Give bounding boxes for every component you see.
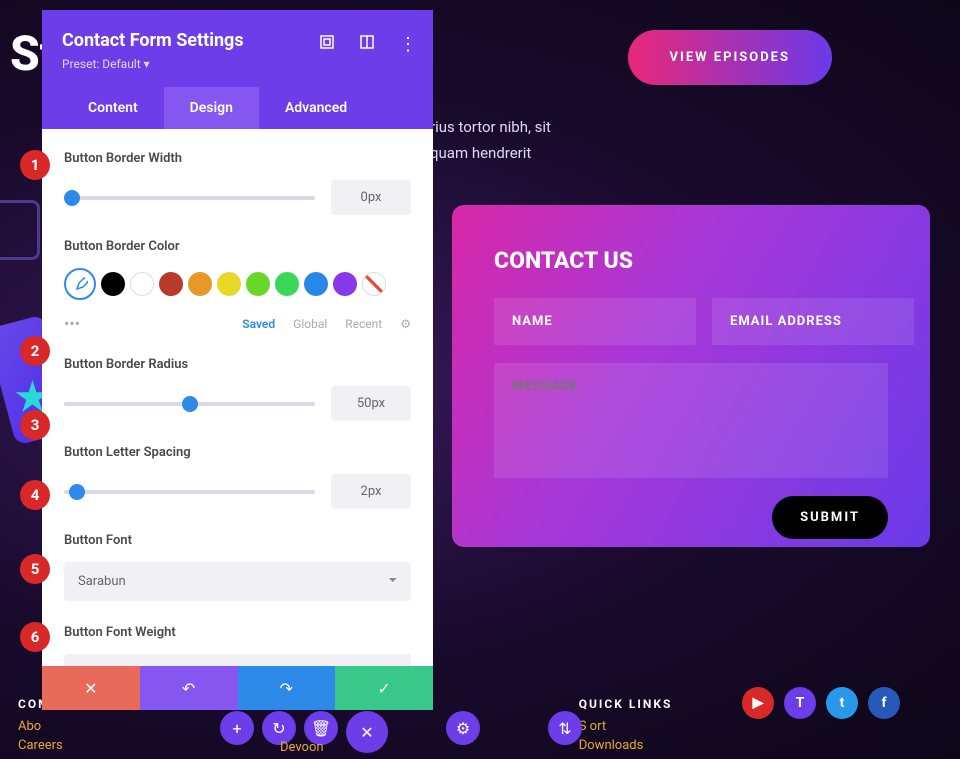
color-tab-saved[interactable]: Saved — [242, 317, 275, 331]
save-button[interactable]: ✓ — [335, 666, 433, 710]
footer-link-downloads[interactable]: Downloads — [579, 738, 673, 753]
color-swatch-blue[interactable] — [304, 272, 328, 296]
letter-spacing-value[interactable]: 2px — [331, 474, 411, 509]
message-textarea[interactable] — [494, 363, 888, 478]
contact-form-card: CONTACT US SUBMIT — [452, 205, 930, 547]
border-radius-value[interactable]: 50px — [331, 386, 411, 421]
contact-heading: CONTACT US — [494, 247, 888, 274]
builder-toolbar: + ↻ 🗑 ✕ ⚙ ⇅ — [220, 711, 582, 753]
submit-button[interactable]: SUBMIT — [772, 496, 888, 539]
preset-selector[interactable]: Preset: Default ▾ — [62, 57, 413, 71]
tab-content[interactable]: Content — [62, 87, 164, 129]
color-swatch-red[interactable] — [159, 272, 183, 296]
add-icon[interactable]: + — [220, 711, 254, 745]
name-input[interactable] — [494, 298, 696, 345]
annotation-badge-6: 6 — [20, 622, 50, 652]
twitch-icon[interactable]: T — [784, 687, 816, 719]
color-swatch-purple[interactable] — [333, 272, 357, 296]
border-width-value[interactable]: 0px — [331, 180, 411, 215]
settings-icon[interactable]: ⚙ — [446, 711, 480, 745]
annotation-badge-5: 5 — [20, 554, 50, 584]
footer-link-about[interactable]: Abo — [18, 719, 63, 734]
annotation-badge-4: 4 — [20, 480, 50, 510]
color-settings-icon[interactable]: ⚙ — [400, 317, 411, 331]
font-weight-label: Button Font Weight — [64, 625, 411, 640]
annotation-badge-2: 2 — [20, 336, 50, 366]
tab-advanced[interactable]: Advanced — [259, 87, 373, 129]
responsive-icon[interactable] — [319, 34, 335, 50]
border-radius-slider[interactable] — [64, 402, 315, 406]
footer-link-careers[interactable]: Careers — [18, 738, 63, 753]
sort-icon[interactable]: ⇅ — [548, 711, 582, 745]
redo-button[interactable]: ↷ — [238, 666, 336, 710]
annotation-badge-1: 1 — [20, 150, 50, 180]
border-width-slider[interactable] — [64, 196, 315, 200]
view-episodes-button[interactable]: VIEW EPISODES — [628, 30, 832, 85]
color-swatch-black[interactable] — [101, 272, 125, 296]
font-select[interactable]: Sarabun — [64, 562, 411, 601]
social-icons: ▶ T t f — [742, 687, 900, 719]
color-swatch-white[interactable] — [130, 272, 154, 296]
color-swatch-yellow[interactable] — [217, 272, 241, 296]
color-tab-recent[interactable]: Recent — [345, 317, 382, 331]
settings-panel: Contact Form Settings Preset: Default ▾ … — [42, 10, 433, 710]
panel-header: Contact Form Settings Preset: Default ▾ … — [42, 10, 433, 129]
split-icon[interactable] — [359, 34, 375, 50]
youtube-icon[interactable]: ▶ — [742, 687, 774, 719]
color-swatch-green[interactable] — [275, 272, 299, 296]
letter-spacing-label: Button Letter Spacing — [64, 445, 411, 460]
hero-subtitle: rius tortor nibh, sit quam hendrerit — [430, 115, 551, 166]
decorative-square — [0, 200, 40, 260]
more-colors-icon[interactable]: ••• — [64, 314, 80, 333]
annotation-badge-3: 3 — [20, 410, 50, 440]
kebab-menu-icon[interactable]: ⋮ — [399, 34, 415, 50]
cancel-button[interactable]: ✕ — [42, 666, 140, 710]
border-radius-label: Button Border Radius — [64, 357, 411, 372]
font-label: Button Font — [64, 533, 411, 548]
close-builder-icon[interactable]: ✕ — [346, 711, 388, 753]
color-swatch-orange[interactable] — [188, 272, 212, 296]
border-color-label: Button Border Color — [64, 239, 411, 254]
color-swatch-none[interactable] — [362, 272, 386, 296]
twitter-icon[interactable]: t — [826, 687, 858, 719]
email-input[interactable] — [712, 298, 914, 345]
undo-button[interactable]: ↶ — [140, 666, 238, 710]
facebook-icon[interactable]: f — [868, 687, 900, 719]
panel-body[interactable]: Button Border Width 0px Button Border Co… — [42, 129, 433, 666]
color-swatch-lime[interactable] — [246, 272, 270, 296]
footer-devcon[interactable]: Devoon — [280, 740, 324, 755]
eyedropper-icon[interactable] — [64, 268, 96, 300]
color-tab-global[interactable]: Global — [293, 317, 327, 331]
font-weight-select[interactable]: Bold — [64, 654, 411, 666]
footer-link-support[interactable]: S ort — [579, 719, 673, 734]
letter-spacing-slider[interactable] — [64, 490, 315, 494]
border-width-label: Button Border Width — [64, 151, 411, 166]
footer-quicklinks-heading: QUICK LINKS — [579, 697, 673, 711]
tab-design[interactable]: Design — [164, 87, 259, 129]
